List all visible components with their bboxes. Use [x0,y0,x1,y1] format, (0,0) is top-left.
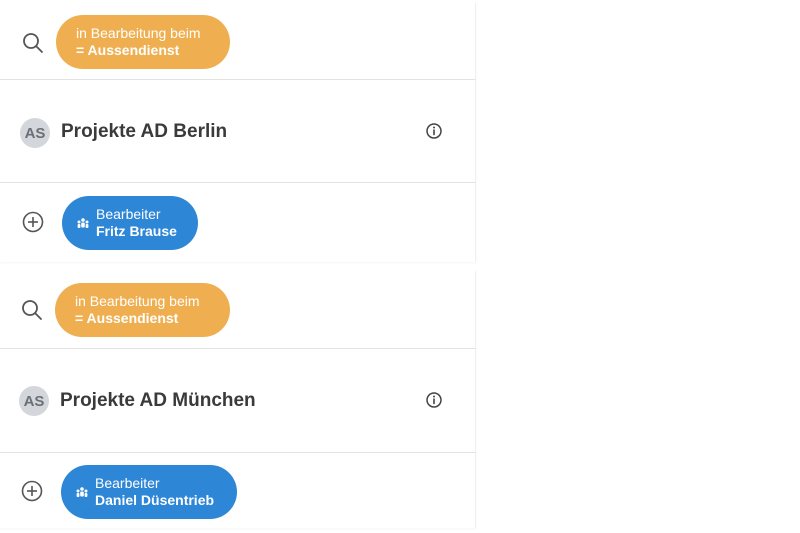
filter-chip-value: = Aussendienst [76,42,180,58]
assignee-chip-label: Bearbeiter [96,206,161,222]
filter-chip[interactable]: in Bearbeitung beim = Aussendienst [55,283,230,337]
team-icon [76,216,90,233]
filter-chip-label: in Bearbeitung beim [76,25,201,41]
team-icon [75,485,89,502]
assignee-chip-value: Daniel Düsentrieb [95,492,215,508]
info-icon[interactable] [425,122,443,140]
filter-chip[interactable]: in Bearbeitung beim = Aussendienst [56,15,230,69]
assignee-chip[interactable]: Bearbeiter Fritz Brause [62,196,198,250]
add-circle-icon[interactable] [21,210,45,234]
search-icon[interactable] [21,31,45,55]
avatar: AS [19,386,49,416]
assignee-chip[interactable]: Bearbeiter Daniel Düsentrieb [61,465,237,519]
filter-chip-label: in Bearbeitung beim [75,293,200,309]
project-row[interactable]: AS Projekte AD München [0,348,476,452]
project-title: Projekte AD München [60,390,256,411]
assignee-row: Bearbeiter Daniel Düsentrieb [0,452,476,528]
add-circle-icon[interactable] [20,479,44,503]
filter-row: in Bearbeitung beim = Aussendienst [0,3,476,79]
avatar: AS [20,118,50,148]
assignee-chip-label: Bearbeiter [95,475,160,491]
assignee-chip-value: Fritz Brause [96,223,177,239]
info-icon[interactable] [425,391,443,409]
filter-row: in Bearbeitung beim = Aussendienst [0,271,476,348]
project-title: Projekte AD Berlin [61,121,228,142]
search-icon[interactable] [20,298,44,322]
project-row[interactable]: AS Projekte AD Berlin [0,79,476,182]
assignee-row: Bearbeiter Fritz Brause [0,182,476,262]
filter-chip-value: = Aussendienst [75,310,179,326]
